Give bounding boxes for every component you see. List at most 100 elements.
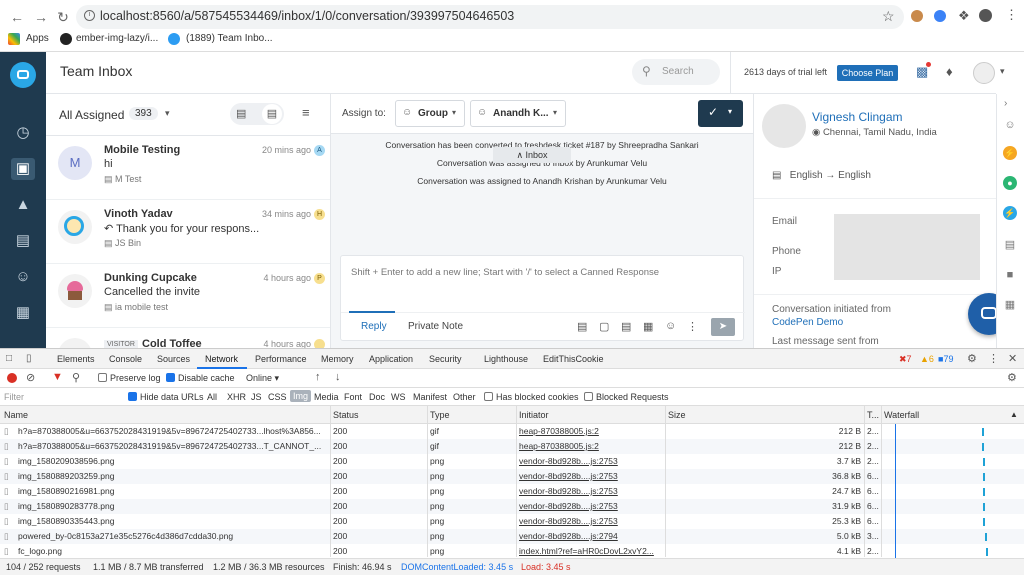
throttle-select[interactable]: Online ▾ [246, 373, 279, 384]
table-row[interactable]: ▯ img_1580890283778.png 200 png vendor-8bd92… [0, 499, 1024, 514]
person-icon[interactable]: ☺ [1000, 116, 1020, 134]
extensions-puzzle-icon[interactable]: ❖ [958, 8, 970, 24]
col-name[interactable]: Name [4, 410, 28, 420]
col-waterfall[interactable]: Waterfall [884, 410, 919, 420]
settings-sliders-icon[interactable]: ≡ [302, 105, 310, 120]
record-icon[interactable] [7, 373, 17, 383]
disable-cache-toggle[interactable]: Disable cache [166, 373, 235, 383]
agent-dropdown[interactable]: ☺ Anandh K... ▾ [470, 100, 566, 127]
bookmark-ember[interactable]: ember-img-lazy/i... [76, 33, 158, 44]
freshdesk-icon[interactable]: ⚡ [1003, 206, 1017, 220]
bell-icon[interactable]: ♦ [946, 64, 953, 79]
close-icon[interactable]: ✕ [1008, 352, 1017, 365]
device-toggle-icon[interactable]: ▯ [26, 353, 32, 364]
row-initiator[interactable]: vendor-8bd928b....js:2753 [519, 501, 618, 511]
list-item[interactable]: M Mobile Testing hi ▤ M Test 20 mins ago… [46, 136, 330, 200]
row-initiator[interactable]: heap-870388005.js:2 [519, 441, 599, 451]
filter-font[interactable]: Font [344, 392, 362, 402]
row-initiator[interactable]: heap-870388005.js:2 [519, 426, 599, 436]
apps-icon[interactable]: ▦ [1000, 296, 1020, 314]
calendar-icon[interactable]: ▤ [577, 320, 587, 333]
tab-sources[interactable]: Sources [157, 354, 190, 364]
hide-data-urls-toggle[interactable]: Hide data URLs [128, 392, 204, 402]
kebab-menu-icon[interactable]: ⋮ [988, 352, 999, 365]
inbox-icon[interactable]: ▣ [11, 158, 35, 180]
filter-all[interactable]: All [207, 392, 217, 402]
tab-private-note[interactable]: Private Note [408, 321, 463, 332]
col-status[interactable]: Status [333, 410, 359, 420]
filter-css[interactable]: CSS [268, 392, 287, 402]
tab-elements[interactable]: Elements [57, 354, 95, 364]
error-count[interactable]: ✖7 [899, 354, 912, 365]
filter-media[interactable]: Media [314, 392, 339, 402]
knowledge-base-icon[interactable]: ▤ [11, 230, 35, 252]
tab-performance[interactable]: Performance [255, 354, 307, 364]
contacts-icon[interactable]: ☺ [11, 266, 35, 288]
canned-response-icon[interactable]: ▢ [599, 320, 609, 333]
filter-ws[interactable]: WS [391, 392, 406, 402]
bookmark-team-inbox[interactable]: (1889) Team Inbo... [186, 33, 273, 44]
chevron-down-icon[interactable]: ▾ [1000, 66, 1005, 77]
table-row[interactable]: ▯ img_1580890216981.png 200 png vendor-8bd92… [0, 484, 1024, 499]
back-icon[interactable]: ← [8, 8, 26, 26]
resolve-button[interactable]: ✓ ▾ [698, 100, 743, 127]
network-settings-icon[interactable]: ⚙ [1007, 371, 1017, 384]
warning-count[interactable]: ▲6 [920, 354, 934, 364]
filter-funnel-icon[interactable]: ▼ [52, 371, 63, 383]
campaigns-icon[interactable]: ▲ [11, 194, 35, 216]
table-row[interactable]: ▯ img_1580209038596.png 200 png vendor-8bd92… [0, 454, 1024, 469]
filter-chevron-icon[interactable]: ▾ [165, 108, 170, 119]
search-icon[interactable]: ⚲ [72, 371, 80, 384]
table-row[interactable]: ▯ h?a=870388005&u=663752028431919&5v=8967… [0, 424, 1024, 439]
star-icon[interactable]: ☆ [882, 8, 895, 25]
contact-name[interactable]: Vignesh Clingam [812, 110, 903, 124]
dashboard-icon[interactable]: ◷ [11, 122, 35, 144]
blocked-requests-toggle[interactable]: Blocked Requests [584, 392, 669, 402]
tab-memory[interactable]: Memory [321, 354, 354, 364]
row-initiator[interactable]: vendor-8bd928b....js:2753 [519, 471, 618, 481]
apps-icon[interactable] [8, 33, 20, 45]
tab-application[interactable]: Application [369, 354, 413, 364]
search-box[interactable]: ⚲ Search [632, 59, 720, 85]
row-initiator[interactable]: vendor-8bd928b....js:2794 [519, 531, 618, 541]
clear-icon[interactable]: ⊘ [26, 371, 35, 384]
sort-up-icon[interactable]: ▲ [1010, 410, 1018, 419]
import-icon[interactable]: ↑ [315, 371, 321, 383]
gear-icon[interactable]: ⚙ [967, 352, 977, 365]
table-row[interactable]: ▯ img_1580890335443.png 200 png vendor-8bd92… [0, 514, 1024, 529]
initiated-link[interactable]: CodePen Demo [772, 317, 843, 328]
cookie-extension-icon[interactable] [911, 10, 923, 22]
filter-js[interactable]: JS [251, 392, 262, 402]
chevron-right-icon[interactable]: › [1004, 98, 1007, 109]
open-view-icon[interactable]: ▤ [236, 107, 246, 120]
reports-icon[interactable]: ▦ [11, 302, 35, 324]
row-initiator[interactable]: vendor-8bd928b....js:2753 [519, 516, 618, 526]
col-time[interactable]: T... [867, 410, 879, 420]
send-button[interactable]: ➤ [711, 318, 735, 336]
preserve-log-toggle[interactable]: Preserve log [98, 373, 161, 383]
filter-doc[interactable]: Doc [369, 392, 385, 402]
profile-icon[interactable] [979, 9, 992, 22]
export-icon[interactable]: ↓ [335, 371, 341, 383]
table-row[interactable]: ▯ fc_logo.png 200 png index.html?ref=aHR0cDo… [0, 544, 1024, 559]
row-initiator[interactable]: index.html?ref=aHR0cDovL2xvY2... [519, 546, 654, 556]
info-icon[interactable]: i [84, 10, 95, 21]
forward-icon[interactable]: → [32, 8, 50, 26]
filter-manifest[interactable]: Manifest [413, 392, 447, 402]
list-item[interactable]: Dunking Cupcake Cancelled the invite ▤ i… [46, 264, 330, 328]
message-count[interactable]: ■79 [938, 354, 953, 364]
group-dropdown[interactable]: ☺ Group ▾ [395, 100, 465, 127]
article-icon[interactable]: ▤ [621, 320, 631, 333]
filter-xhr[interactable]: XHR [227, 392, 246, 402]
more-icon[interactable]: ⋮ [687, 320, 698, 333]
row-initiator[interactable]: vendor-8bd928b....js:2753 [519, 486, 618, 496]
choose-plan-button[interactable]: Choose Plan [837, 65, 898, 81]
message-input[interactable]: Shift + Enter to add a new line; Start w… [351, 267, 659, 278]
tab-console[interactable]: Console [109, 354, 142, 364]
tab-reply[interactable]: Reply [361, 321, 387, 332]
analytics-icon[interactable]: ▤ [1000, 236, 1020, 254]
resolved-view-icon[interactable]: ▤ [262, 104, 282, 124]
bookmark-apps[interactable]: Apps [26, 33, 49, 44]
reload-icon[interactable]: ↻ [54, 8, 72, 26]
filter-input[interactable]: Filter [4, 392, 120, 402]
